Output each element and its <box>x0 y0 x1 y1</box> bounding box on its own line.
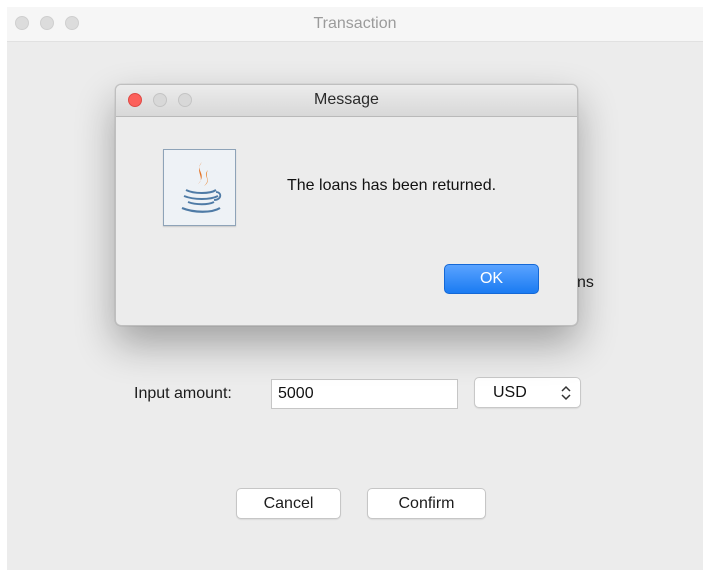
window-titlebar: Transaction <box>7 7 703 42</box>
java-icon <box>163 149 236 226</box>
window-title: Transaction <box>313 15 397 32</box>
cancel-button[interactable]: Cancel <box>236 488 341 519</box>
amount-input[interactable] <box>271 379 458 409</box>
confirm-button[interactable]: Confirm <box>367 488 486 519</box>
dialog-message: The loans has been returned. <box>287 177 497 194</box>
ok-button[interactable]: OK <box>444 264 539 294</box>
currency-selected-value: USD <box>493 384 527 401</box>
dialog-titlebar: Message <box>116 85 577 117</box>
obscured-label: ns <box>577 274 594 291</box>
amount-label: Input amount: <box>134 385 232 402</box>
dialog-title: Message <box>314 91 379 108</box>
currency-select[interactable]: USD <box>474 377 581 408</box>
up-down-chevron-icon <box>560 384 572 402</box>
message-dialog: Message The loans has been returned. OK <box>115 84 578 326</box>
